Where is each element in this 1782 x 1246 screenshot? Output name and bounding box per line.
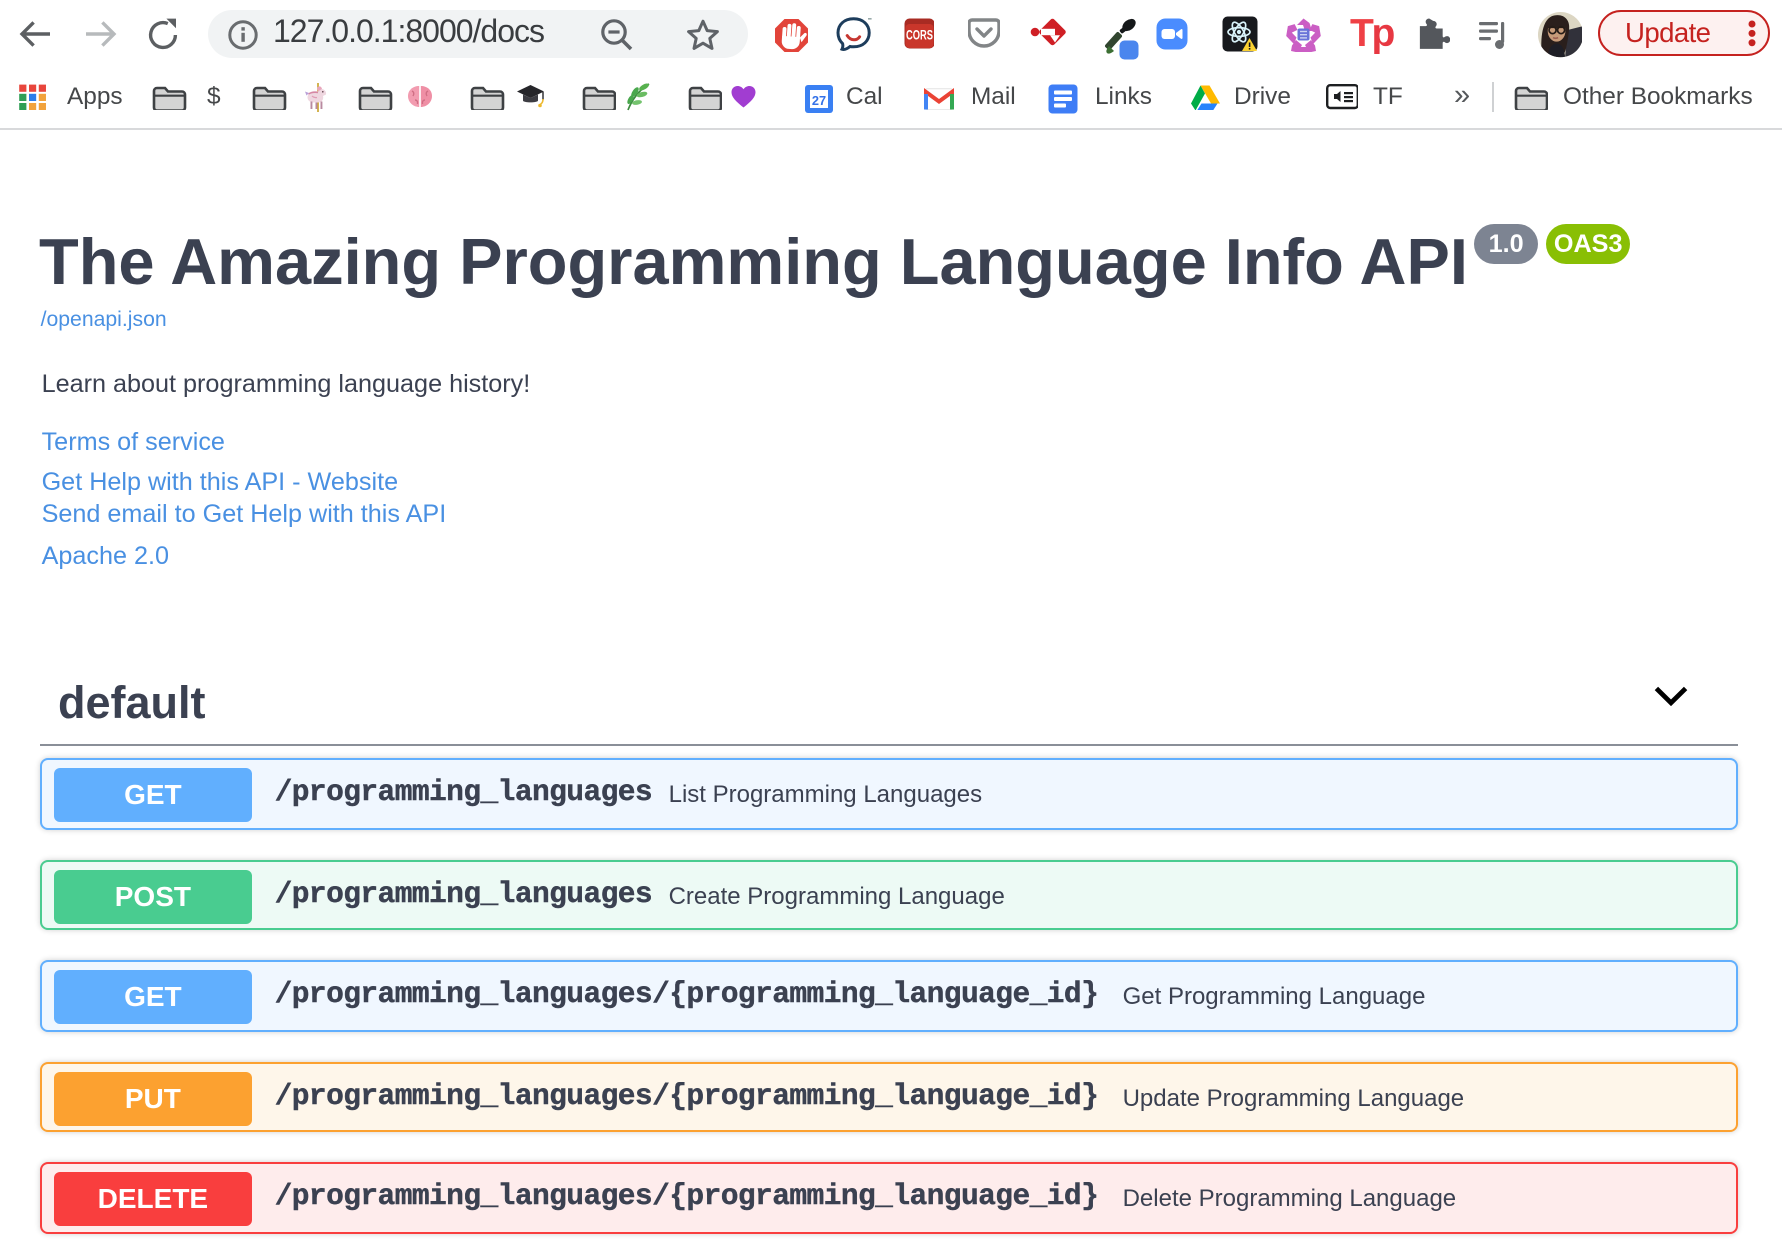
svg-text:27: 27: [811, 92, 825, 107]
svg-text:CORS: CORS: [905, 28, 932, 43]
